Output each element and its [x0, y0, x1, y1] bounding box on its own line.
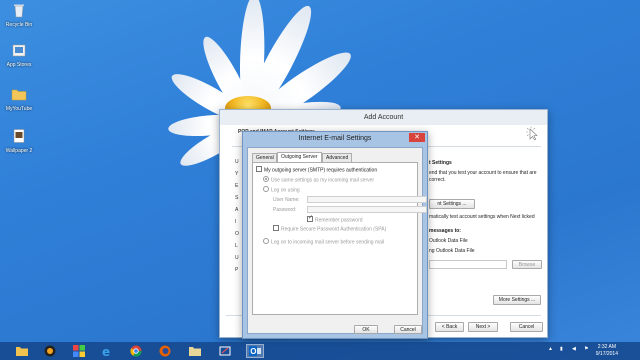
- obscured-label: U: [235, 255, 239, 261]
- desktop-icon-wallpaper[interactable]: Wallpaper 2: [2, 128, 36, 154]
- taskbar-media-player[interactable]: [41, 344, 59, 358]
- same-settings-option[interactable]: Use same settings as my incoming mail se…: [263, 176, 375, 184]
- tab-advanced[interactable]: Advanced: [322, 153, 352, 162]
- folder-icon: [189, 347, 201, 356]
- existing-data-file-radio[interactable]: ng Outlook Data File: [429, 248, 475, 254]
- obscured-label: A: [235, 207, 239, 213]
- obscured-label: S: [235, 195, 239, 201]
- tab-general[interactable]: General: [252, 153, 277, 162]
- obscured-label: E: [235, 183, 239, 189]
- password-label: Password:: [273, 207, 297, 213]
- more-settings-button[interactable]: More Settings ...: [493, 295, 541, 305]
- desktop-icon-myyoutube[interactable]: MyYouTube: [2, 86, 36, 112]
- test-account-settings-button[interactable]: nt Settings ...: [429, 199, 475, 209]
- browse-button[interactable]: Browse: [512, 260, 542, 269]
- remember-password-option[interactable]: Remember password: [307, 214, 363, 224]
- youtube-folder-icon: [11, 89, 27, 101]
- svg-text:e: e: [102, 345, 110, 357]
- log-on-incoming-option[interactable]: Log on to incoming mail server before se…: [263, 238, 385, 246]
- desktop-icon-recycle-bin[interactable]: Recycle Bin: [2, 2, 36, 28]
- back-button[interactable]: < Back: [435, 322, 464, 332]
- desktop-icon-label: MyYouTube: [5, 106, 33, 112]
- email-settings-titlebar: Internet E-mail Settings ✕: [243, 132, 427, 146]
- password-field[interactable]: [307, 206, 427, 213]
- desktop-icon-label: Recycle Bin: [5, 22, 33, 28]
- tiles-app-icon: [73, 345, 85, 357]
- new-data-file-radio[interactable]: Outlook Data File: [429, 238, 468, 244]
- taskbar-tiles-app[interactable]: [70, 344, 88, 358]
- obscured-label: I: [235, 219, 237, 225]
- taskbar-clock[interactable]: 2:32 AM 9/17/2014: [596, 344, 618, 358]
- firefox-icon: [159, 345, 171, 357]
- desktop-icon-app-stores[interactable]: App Stores: [2, 42, 36, 68]
- obscured-label: U: [235, 159, 239, 165]
- media-player-icon: [44, 345, 56, 357]
- log-on-using-option[interactable]: Log on using: [263, 186, 300, 194]
- app-stores-icon: [12, 44, 26, 57]
- recycle-bin-icon: [14, 4, 24, 18]
- taskbar: e O ▲ ▮ ◀ ⚑ 2:32 AM 9/17/2014: [0, 342, 640, 360]
- log-on-incoming-radio[interactable]: [263, 238, 269, 244]
- clock-time: 2:32 AM: [597, 344, 617, 350]
- chrome-icon: [130, 345, 142, 357]
- email-settings-title: Internet E-mail Settings: [298, 135, 372, 142]
- file-explorer-icon: [16, 347, 28, 356]
- user-name-field[interactable]: [307, 196, 427, 203]
- smtp-auth-label: My outgoing server (SMTP) requires authe…: [264, 167, 378, 174]
- obscured-label: P: [235, 267, 239, 273]
- taskbar-folder[interactable]: [186, 344, 204, 358]
- cursor-click-icon: [526, 126, 538, 141]
- spa-label: Require Secure Password Authentication (…: [281, 226, 387, 233]
- remember-password-label: Remember password: [315, 217, 363, 224]
- taskbar-snipping-tool[interactable]: [216, 344, 234, 358]
- deliver-messages-heading: messages to:: [429, 228, 461, 234]
- log-on-using-label: Log on using: [271, 187, 300, 194]
- taskbar-file-explorer[interactable]: [13, 344, 31, 358]
- log-on-using-radio[interactable]: [263, 186, 269, 192]
- spa-checkbox[interactable]: [273, 225, 279, 231]
- tray-up-arrow-icon[interactable]: ▲: [548, 346, 553, 356]
- svg-text:O: O: [250, 347, 256, 356]
- internet-email-settings-dialog: Internet E-mail Settings ✕ General Outgo…: [242, 131, 428, 339]
- test-settings-text: end that you test your account to ensure…: [429, 170, 537, 183]
- same-settings-label: Use same settings as my incoming mail se…: [271, 177, 375, 184]
- taskbar-chrome[interactable]: [127, 344, 145, 358]
- desktop-icon-label: Wallpaper 2: [5, 148, 33, 154]
- email-settings-client: General Outgoing Server Advanced My outg…: [247, 147, 427, 334]
- user-name-label: User Name:: [273, 197, 300, 203]
- obscured-label: O: [235, 231, 239, 237]
- close-icon[interactable]: ✕: [409, 133, 425, 142]
- tab-outgoing-server[interactable]: Outgoing Server: [277, 152, 322, 162]
- obscured-label: L: [235, 243, 238, 249]
- smtp-auth-option[interactable]: My outgoing server (SMTP) requires authe…: [256, 166, 378, 174]
- email-settings-cancel-button[interactable]: Cancel: [394, 325, 422, 334]
- data-file-path-field[interactable]: [429, 260, 507, 269]
- ok-button[interactable]: OK: [354, 325, 378, 334]
- tray-network-icon[interactable]: ▮: [560, 346, 563, 356]
- auto-test-checkbox-label[interactable]: matically test account settings when Nex…: [429, 214, 539, 221]
- internet-explorer-icon: e: [102, 345, 110, 357]
- tray-speaker-icon[interactable]: ◀: [572, 346, 576, 356]
- cancel-button[interactable]: Cancel: [510, 322, 543, 332]
- desktop-icon-label: App Stores: [6, 62, 32, 68]
- smtp-auth-checkbox[interactable]: [256, 166, 262, 172]
- taskbar-outlook[interactable]: O: [246, 344, 264, 358]
- remember-password-checkbox[interactable]: [307, 214, 313, 222]
- outgoing-server-panel: My outgoing server (SMTP) requires authe…: [252, 162, 427, 315]
- next-button[interactable]: Next >: [468, 322, 498, 332]
- snipping-tool-icon: [219, 346, 231, 356]
- wallpaper-file-icon: [13, 129, 25, 143]
- log-on-incoming-label: Log on to incoming mail server before se…: [271, 239, 385, 246]
- outlook-icon: O: [249, 346, 261, 356]
- taskbar-firefox[interactable]: [156, 344, 174, 358]
- obscured-label: Y: [235, 171, 239, 177]
- clock-date: 9/17/2014: [595, 351, 618, 357]
- taskbar-internet-explorer[interactable]: e: [98, 344, 116, 358]
- test-settings-heading: t Settings: [429, 160, 452, 166]
- same-settings-radio[interactable]: [263, 176, 269, 182]
- spa-option[interactable]: Require Secure Password Authentication (…: [273, 225, 387, 233]
- tray-flag-icon[interactable]: ⚑: [584, 346, 588, 356]
- add-account-title: Add Account: [220, 110, 547, 125]
